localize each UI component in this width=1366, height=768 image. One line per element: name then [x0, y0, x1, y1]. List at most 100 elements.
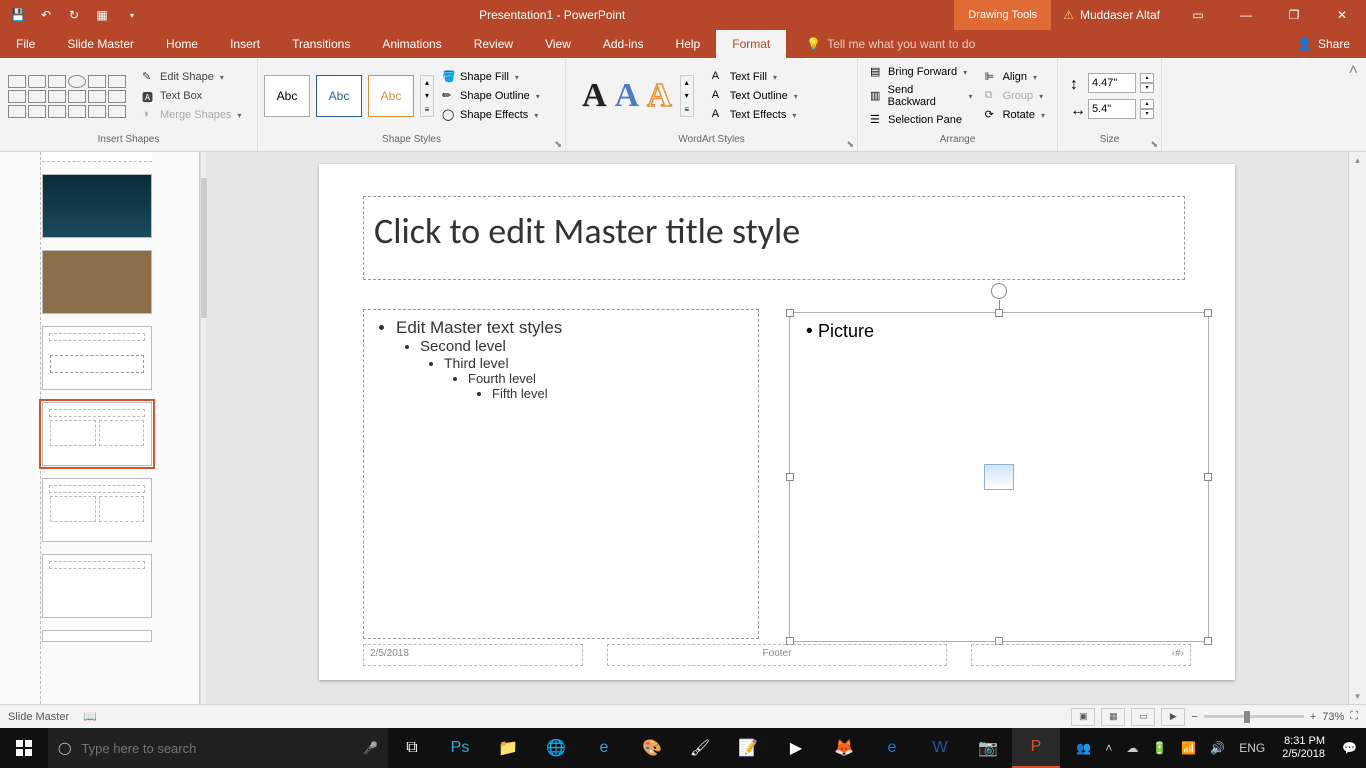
thumbnail-layout[interactable]	[42, 630, 152, 642]
taskbar-app-explorer[interactable]: 📁	[484, 728, 532, 768]
scroll-up-icon[interactable]: ▴	[1350, 152, 1366, 168]
taskbar-app-paint[interactable]: 🖌	[676, 728, 724, 768]
footer-slide-number[interactable]: ‹#›	[971, 644, 1191, 666]
wordart-style-swatch[interactable]: A	[647, 77, 672, 115]
taskbar-app-zoom[interactable]: 📷	[964, 728, 1012, 768]
shape-style-swatch[interactable]: Abc	[368, 75, 414, 117]
spin-up-icon[interactable]: ▴	[1140, 73, 1154, 83]
spin-down-icon[interactable]: ▾	[1140, 83, 1154, 93]
thumbnail-layout[interactable]	[42, 554, 152, 618]
taskbar-app-ie[interactable]: e	[580, 728, 628, 768]
shape-icon[interactable]	[48, 90, 66, 103]
footer-date[interactable]: 2/5/2018	[363, 644, 583, 666]
content-placeholder[interactable]: Edit Master text styles Second level Thi…	[363, 309, 759, 639]
shape-fill-button[interactable]: 🪣Shape Fill▾	[440, 69, 542, 85]
zoom-level[interactable]: 73%	[1322, 711, 1344, 723]
spin-down-icon[interactable]: ▾	[1140, 109, 1154, 119]
text-box-button[interactable]: 🅰Text Box	[140, 88, 244, 104]
thumbnail-layout-selected[interactable]	[42, 402, 152, 466]
shape-icon[interactable]	[68, 75, 86, 88]
taskbar-search-input[interactable]	[81, 741, 353, 756]
dialog-launcher-icon[interactable]: ⬊	[846, 139, 854, 150]
resize-handle[interactable]	[786, 309, 794, 317]
bring-forward-button[interactable]: ▤Bring Forward▾	[868, 64, 975, 80]
wifi-icon[interactable]: 📶	[1176, 741, 1201, 755]
spin-up-icon[interactable]: ▴	[1140, 99, 1154, 109]
collapse-ribbon-icon[interactable]: ˄	[1349, 62, 1358, 80]
resize-handle[interactable]	[786, 473, 794, 481]
taskbar-app-photoshop[interactable]: Ps	[436, 728, 484, 768]
tab-help[interactable]: Help	[660, 30, 717, 58]
account-user[interactable]: ⚠Muddaser Altaf	[1051, 8, 1172, 22]
edit-shape-button[interactable]: ✎Edit Shape▾	[140, 69, 244, 85]
taskbar-app-powerpoint[interactable]: P	[1012, 728, 1060, 768]
tab-format[interactable]: Format	[716, 30, 786, 58]
tab-addins[interactable]: Add-ins	[587, 30, 660, 58]
text-effects-button[interactable]: AText Effects▾	[710, 107, 800, 123]
shape-icon[interactable]	[28, 105, 46, 118]
shape-icon[interactable]	[108, 75, 126, 88]
shapes-gallery[interactable]	[6, 73, 136, 120]
maximize-icon[interactable]: ❐	[1272, 0, 1316, 30]
ribbon-display-options-icon[interactable]: ▭	[1176, 0, 1220, 30]
shape-icon[interactable]	[88, 75, 106, 88]
taskbar-app-chrome[interactable]: 🌐	[532, 728, 580, 768]
picture-placeholder-selected[interactable]: • Picture	[789, 312, 1209, 642]
tab-view[interactable]: View	[529, 30, 587, 58]
tray-overflow-icon[interactable]: ˄	[1100, 741, 1117, 755]
wordart-style-swatch[interactable]: A	[615, 77, 640, 115]
taskbar-app-filmora[interactable]: ▶	[772, 728, 820, 768]
shape-icon[interactable]	[28, 90, 46, 103]
thumbnail-layout[interactable]	[42, 152, 152, 162]
onedrive-icon[interactable]: ☁	[1121, 741, 1143, 755]
height-field[interactable]: ↕ ▴▾	[1070, 73, 1154, 93]
shape-icon[interactable]	[68, 105, 86, 118]
task-view-icon[interactable]: ⧉	[388, 728, 436, 768]
dialog-launcher-icon[interactable]: ⬊	[1150, 139, 1158, 150]
tab-home[interactable]: Home	[150, 30, 214, 58]
wordart-more[interactable]: ▴▾≡	[680, 75, 694, 117]
shape-icon[interactable]	[8, 90, 26, 103]
fit-to-window-icon[interactable]: ⛶	[1350, 710, 1358, 723]
vertical-scrollbar[interactable]: ▴ ▾	[1348, 152, 1366, 704]
volume-icon[interactable]: 🔊	[1205, 741, 1230, 755]
text-fill-button[interactable]: AText Fill▾	[710, 69, 800, 85]
tab-insert[interactable]: Insert	[214, 30, 276, 58]
thumbnail-layout[interactable]	[42, 326, 152, 390]
mic-icon[interactable]: 🎤	[363, 741, 378, 755]
slide-canvas[interactable]: Click to edit Master title style Edit Ma…	[319, 164, 1235, 680]
shape-icon[interactable]	[28, 75, 46, 88]
slide-sorter-view-icon[interactable]: ▦	[1101, 708, 1125, 726]
thumbnail-layout[interactable]	[42, 478, 152, 542]
tab-slide-master[interactable]: Slide Master	[51, 30, 150, 58]
taskbar-app-sketch[interactable]: 🎨	[628, 728, 676, 768]
undo-icon[interactable]: ↶	[36, 5, 56, 25]
thumbnail-layout[interactable]	[42, 174, 152, 238]
tab-transitions[interactable]: Transitions	[276, 30, 366, 58]
tab-file[interactable]: File	[0, 30, 51, 58]
language-icon[interactable]: ENG	[1234, 741, 1270, 755]
taskbar-app-word[interactable]: W	[916, 728, 964, 768]
shape-style-swatch[interactable]: Abc	[316, 75, 362, 117]
thumbnail-layout[interactable]	[42, 250, 152, 314]
share-button[interactable]: 👤 Share	[1281, 37, 1366, 51]
shape-icon[interactable]	[48, 105, 66, 118]
battery-icon[interactable]: 🔋	[1147, 741, 1172, 755]
shape-style-swatch[interactable]: Abc	[264, 75, 310, 117]
selection-pane-button[interactable]: ☰Selection Pane	[868, 112, 975, 128]
picture-icon[interactable]	[984, 464, 1014, 490]
reading-view-icon[interactable]: ▭	[1131, 708, 1155, 726]
minimize-icon[interactable]: —	[1224, 0, 1268, 30]
send-backward-button[interactable]: ▥Send Backward▾	[868, 83, 975, 109]
width-field[interactable]: ↔ ▴▾	[1070, 99, 1154, 119]
close-icon[interactable]: ✕	[1320, 0, 1364, 30]
people-icon[interactable]: 👥	[1071, 741, 1096, 755]
save-icon[interactable]: 💾	[8, 5, 28, 25]
shape-icon[interactable]	[88, 90, 106, 103]
title-placeholder[interactable]: Click to edit Master title style	[363, 196, 1185, 280]
height-input[interactable]	[1088, 73, 1136, 93]
resize-handle[interactable]	[1204, 637, 1212, 645]
spellcheck-icon[interactable]: 📖	[83, 710, 97, 723]
taskbar-app-notes[interactable]: 📝	[724, 728, 772, 768]
shape-effects-button[interactable]: ◯Shape Effects▾	[440, 107, 542, 123]
